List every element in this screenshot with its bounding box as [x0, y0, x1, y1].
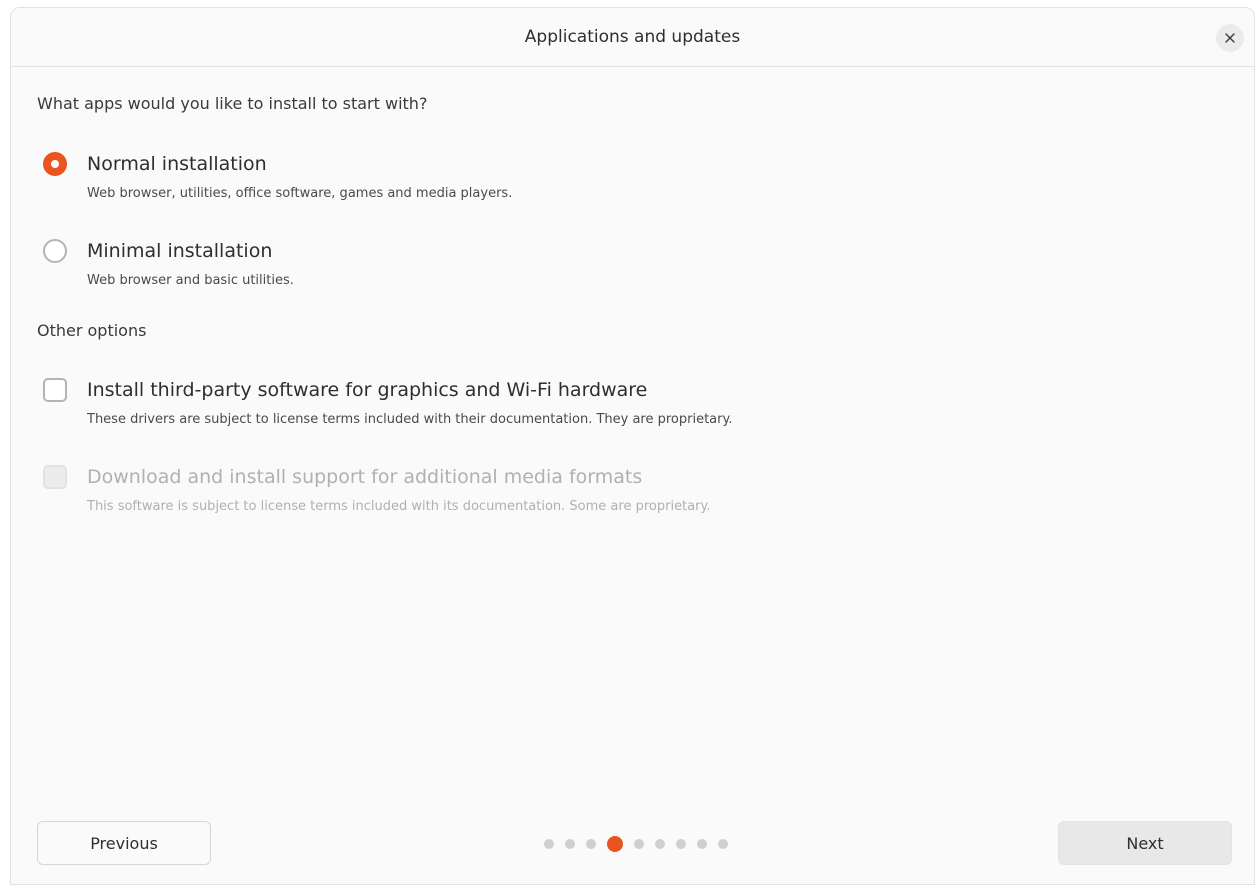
installer-window: Applications and updates What apps would… [10, 7, 1255, 885]
third-party-software-option[interactable]: Install third-party software for graphic… [43, 378, 943, 427]
step-dot [676, 839, 686, 849]
close-icon [1225, 33, 1235, 43]
step-dot [697, 839, 707, 849]
step-dot [565, 839, 575, 849]
media-formats-label: Download and install support for additio… [87, 466, 643, 488]
install-question: What apps would you like to install to s… [37, 94, 428, 113]
step-dot-current [607, 836, 623, 852]
third-party-software-label[interactable]: Install third-party software for graphic… [87, 379, 647, 401]
third-party-software-description: These drivers are subject to license ter… [87, 412, 733, 427]
step-dot [586, 839, 596, 849]
step-indicator [544, 836, 728, 852]
close-button[interactable] [1216, 24, 1244, 52]
title-bar: Applications and updates [11, 8, 1254, 67]
step-dot [655, 839, 665, 849]
normal-installation-radio[interactable] [43, 152, 67, 176]
minimal-installation-label[interactable]: Minimal installation [87, 240, 272, 262]
step-dot [718, 839, 728, 849]
minimal-installation-radio[interactable] [43, 239, 67, 263]
minimal-installation-option[interactable]: Minimal installation Web browser and bas… [43, 239, 943, 288]
previous-button[interactable]: Previous [37, 821, 211, 865]
other-options-heading: Other options [37, 321, 147, 340]
normal-installation-label[interactable]: Normal installation [87, 153, 267, 175]
step-dot [544, 839, 554, 849]
minimal-installation-description: Web browser and basic utilities. [87, 273, 294, 288]
media-formats-checkbox [43, 465, 67, 489]
normal-installation-option[interactable]: Normal installation Web browser, utiliti… [43, 152, 943, 201]
step-dot [634, 839, 644, 849]
next-button[interactable]: Next [1058, 821, 1232, 865]
window-title: Applications and updates [524, 27, 741, 47]
third-party-software-checkbox[interactable] [43, 378, 67, 402]
media-formats-option: Download and install support for additio… [43, 465, 943, 514]
media-formats-description: This software is subject to license term… [87, 499, 711, 514]
normal-installation-description: Web browser, utilities, office software,… [87, 186, 513, 201]
